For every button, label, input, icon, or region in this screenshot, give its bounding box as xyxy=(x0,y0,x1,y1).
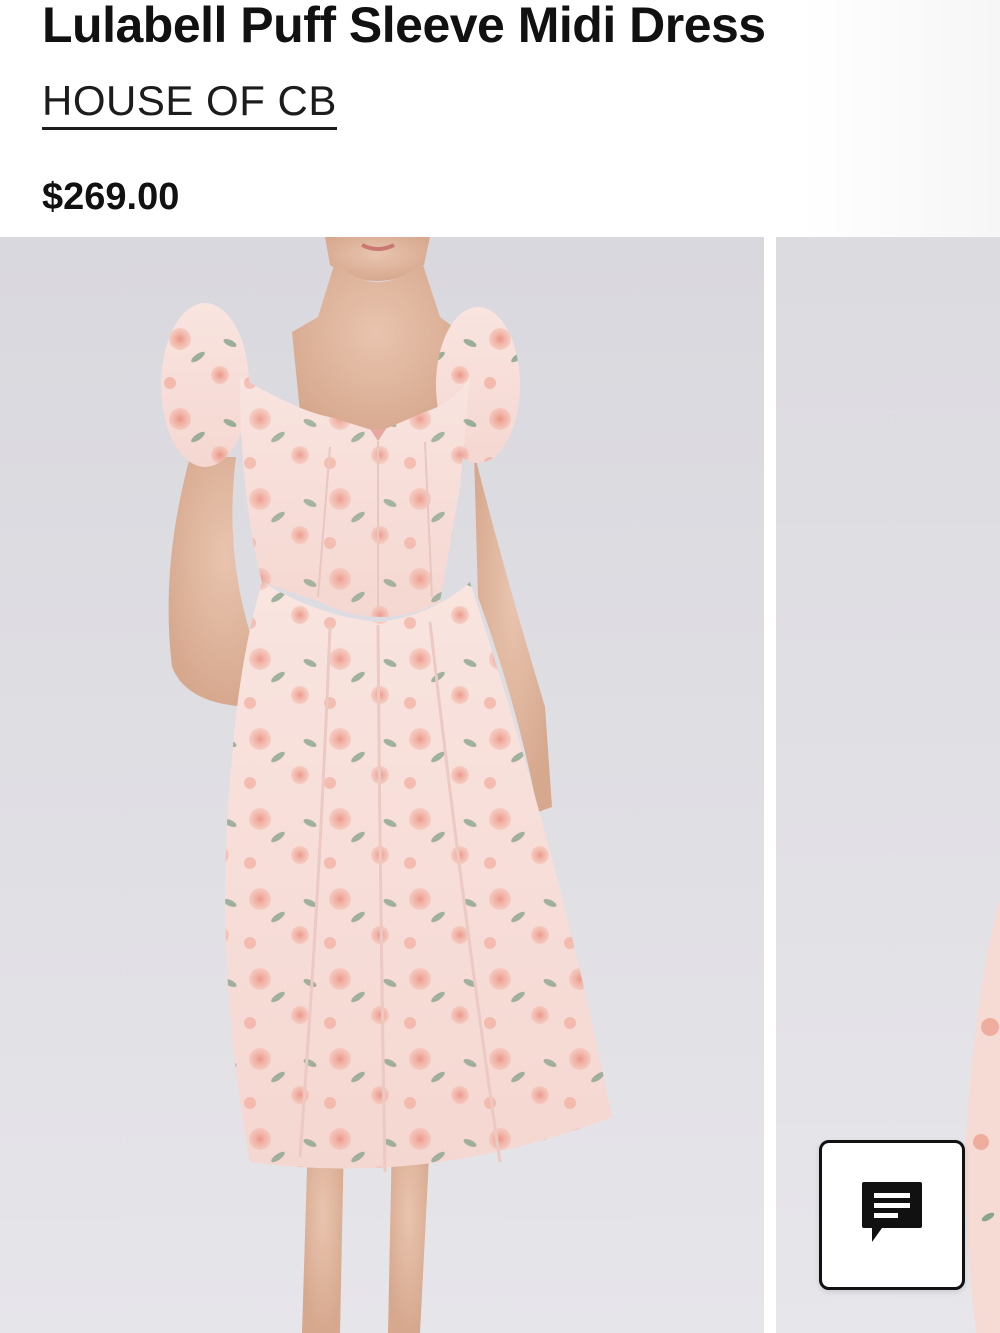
product-header: Lulabell Puff Sleeve Midi Dress HOUSE OF… xyxy=(0,0,1000,237)
product-title: Lulabell Puff Sleeve Midi Dress xyxy=(42,0,766,53)
chat-button[interactable] xyxy=(819,1140,965,1290)
brand-link[interactable]: HOUSE OF CB xyxy=(42,76,337,130)
product-image-main[interactable] xyxy=(0,237,764,1333)
chat-bubble-icon xyxy=(860,1180,924,1251)
product-price: $269.00 xyxy=(42,176,180,218)
